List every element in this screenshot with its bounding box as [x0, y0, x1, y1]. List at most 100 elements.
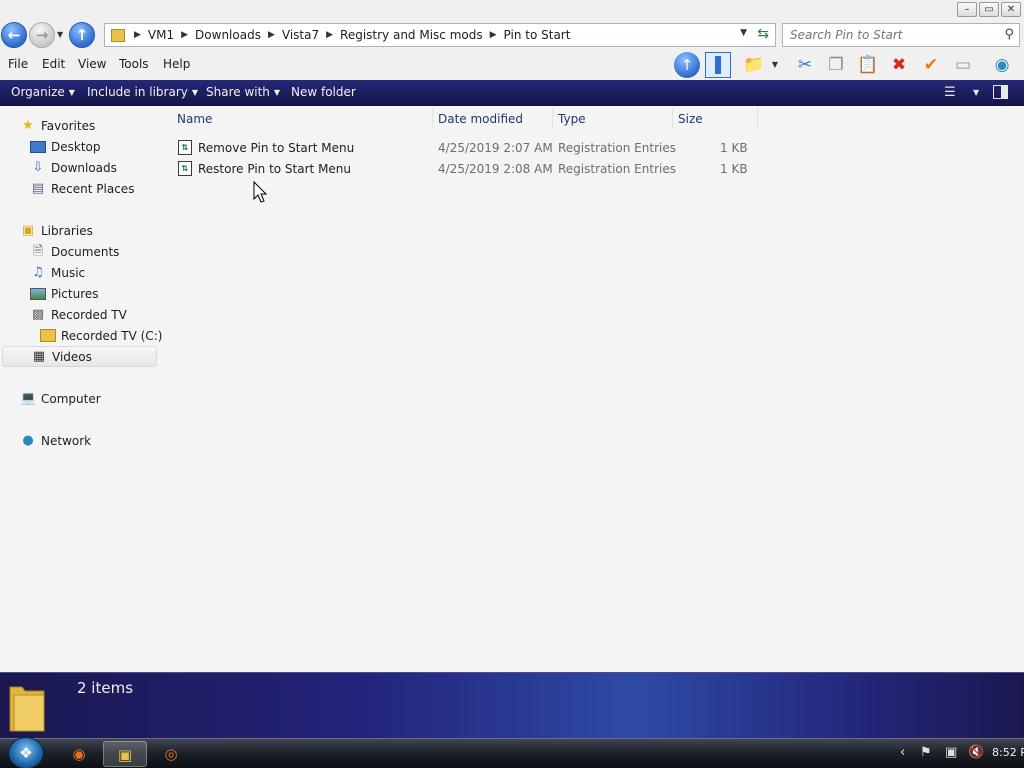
forward-button[interactable]: →: [29, 22, 55, 48]
close-button[interactable]: ✕: [1001, 2, 1021, 17]
maximize-button[interactable]: ▭: [979, 2, 999, 17]
column-header-size[interactable]: Size: [678, 112, 703, 126]
clock[interactable]: 8:52 P: [992, 746, 1024, 759]
search-box[interactable]: ⚲: [782, 23, 1020, 47]
column-header-name[interactable]: Name: [177, 112, 212, 126]
breadcrumb-separator-icon[interactable]: ▶: [323, 30, 336, 40]
nav-music[interactable]: ♫ Music: [30, 262, 85, 283]
share-with-label: Share with: [206, 85, 270, 99]
command-bar: Organize ▼ Include in library ▼ Share with…: [0, 80, 1024, 106]
views-dropdown-icon[interactable]: ▼: [768, 52, 782, 78]
chevron-down-icon[interactable]: ▼: [973, 88, 979, 97]
organize-button[interactable]: Organize ▼: [11, 85, 75, 99]
nav-recorded-tv-c-label: Recorded TV (C:): [61, 328, 163, 343]
file-row[interactable]: ⇅ Restore Pin to Start Menu 4/25/2019 2:…: [174, 159, 754, 179]
address-history-dropdown-icon[interactable]: ▼: [740, 28, 747, 38]
recorded-tv-icon: ▩: [31, 306, 45, 322]
preview-pane-icon[interactable]: [993, 85, 1008, 99]
file-name: Remove Pin to Start Menu: [198, 141, 355, 155]
breadcrumb-separator-icon[interactable]: ▶: [178, 30, 191, 40]
show-hidden-icons-icon[interactable]: ‹: [900, 745, 905, 760]
new-folder-button[interactable]: New folder: [291, 85, 356, 99]
nav-network[interactable]: ● Network: [20, 430, 91, 451]
nav-desktop-label: Desktop: [51, 139, 101, 154]
nav-pictures[interactable]: Pictures: [30, 283, 99, 304]
menu-file[interactable]: File: [8, 57, 28, 71]
column-divider[interactable]: [552, 108, 553, 130]
delete-icon[interactable]: ✖: [886, 52, 912, 78]
column-divider[interactable]: [432, 108, 433, 130]
paste-icon[interactable]: 📋: [855, 52, 881, 78]
nav-downloads[interactable]: ⇩ Downloads: [30, 157, 117, 178]
breadcrumb-separator-icon[interactable]: ▶: [487, 30, 500, 40]
refresh-icon[interactable]: ⇆: [757, 26, 769, 42]
share-with-button[interactable]: Share with ▼: [206, 85, 280, 99]
menu-help[interactable]: Help: [163, 57, 190, 71]
menu-view[interactable]: View: [78, 57, 106, 71]
minimize-button[interactable]: –: [957, 2, 977, 17]
column-divider[interactable]: [672, 108, 673, 130]
downloads-icon: ⇩: [32, 159, 44, 175]
chevron-down-icon: ▼: [191, 88, 199, 97]
folder-icon: [40, 329, 56, 342]
search-icon[interactable]: ⚲: [1004, 27, 1014, 42]
chrome-icon[interactable]: ◎: [149, 741, 193, 767]
file-row[interactable]: ⇅ Remove Pin to Start Menu 4/25/2019 2:0…: [174, 138, 754, 158]
registry-file-icon: ⇅: [178, 140, 192, 155]
cut-icon[interactable]: ✂: [792, 52, 818, 78]
nav-recorded-tv[interactable]: ▩ Recorded TV: [30, 304, 127, 325]
views-icon[interactable]: 📁: [741, 52, 767, 78]
chevron-down-icon: ▼: [273, 88, 281, 97]
column-divider[interactable]: [757, 108, 758, 130]
include-in-library-button[interactable]: Include in library ▼: [87, 85, 198, 99]
nav-documents[interactable]: 🗎 Documents: [30, 241, 120, 262]
registry-file-icon: ⇅: [178, 161, 192, 176]
mouse-cursor-icon: [253, 181, 268, 203]
change-view-icon[interactable]: ☰: [944, 85, 956, 100]
up-folder-button[interactable]: ↑: [69, 22, 95, 48]
nav-computer-label: Computer: [41, 391, 101, 406]
action-center-flag-icon[interactable]: ⚑: [920, 745, 932, 760]
breadcrumb-vm1[interactable]: VM1: [144, 28, 178, 42]
recent-pages-dropdown-icon[interactable]: ▼: [57, 30, 63, 39]
properties-checkmark-icon[interactable]: ✔: [918, 52, 944, 78]
file-size: 1 KB: [720, 162, 748, 176]
breadcrumb-pin-to-start[interactable]: Pin to Start: [500, 28, 575, 42]
menu-edit[interactable]: Edit: [42, 57, 65, 71]
music-icon: ♫: [32, 264, 44, 280]
nav-desktop[interactable]: Desktop: [30, 136, 101, 157]
up-arrow-icon[interactable]: ↑: [674, 52, 700, 78]
folder-pane-icon[interactable]: [705, 52, 731, 78]
nav-videos[interactable]: ▦ Videos: [2, 346, 157, 367]
start-button[interactable]: ❖: [8, 737, 44, 768]
firefox-icon[interactable]: ◉: [57, 741, 101, 767]
explorer-taskbar-button[interactable]: ▣: [103, 741, 147, 767]
search-input[interactable]: [783, 24, 983, 46]
column-header-type[interactable]: Type: [558, 112, 586, 126]
nav-recent-places-label: Recent Places: [51, 181, 135, 196]
nav-libraries-label: Libraries: [41, 223, 93, 238]
documents-icon: 🗎: [32, 243, 44, 259]
column-header-date-modified[interactable]: Date modified: [438, 112, 523, 126]
volume-muted-icon[interactable]: 🔇: [968, 745, 984, 760]
breadcrumb-downloads[interactable]: Downloads: [191, 28, 265, 42]
breadcrumb-registry-misc-mods[interactable]: Registry and Misc mods: [336, 28, 487, 42]
copy-icon[interactable]: ❐: [823, 52, 849, 78]
nav-recorded-tv-label: Recorded TV: [51, 307, 127, 322]
back-button[interactable]: ←: [1, 22, 27, 48]
globe-icon[interactable]: ◉: [989, 52, 1015, 78]
menu-bar: File Edit View Tools Help ↑ 📁 ▼ ✂ ❐ 📋 ✖ …: [0, 50, 1024, 80]
rename-icon[interactable]: ▭: [950, 52, 976, 78]
details-pane: 2 items: [0, 672, 1024, 738]
chevron-down-icon: ▼: [68, 88, 75, 97]
nav-recorded-tv-c[interactable]: Recorded TV (C:): [40, 325, 162, 346]
network-tray-icon[interactable]: ▣: [945, 745, 957, 760]
nav-computer[interactable]: 💻 Computer: [20, 388, 101, 409]
menu-tools[interactable]: Tools: [119, 57, 149, 71]
nav-libraries[interactable]: ▣ Libraries: [20, 220, 93, 241]
nav-favorites[interactable]: ★ Favorites: [20, 115, 95, 136]
address-bar[interactable]: ▶ VM1 ▶ Downloads ▶ Vista7 ▶ Registry an…: [104, 23, 776, 47]
nav-recent-places[interactable]: ▤ Recent Places: [30, 178, 135, 199]
breadcrumb-vista7[interactable]: Vista7: [278, 28, 323, 42]
breadcrumb-separator-icon[interactable]: ▶: [265, 30, 278, 40]
